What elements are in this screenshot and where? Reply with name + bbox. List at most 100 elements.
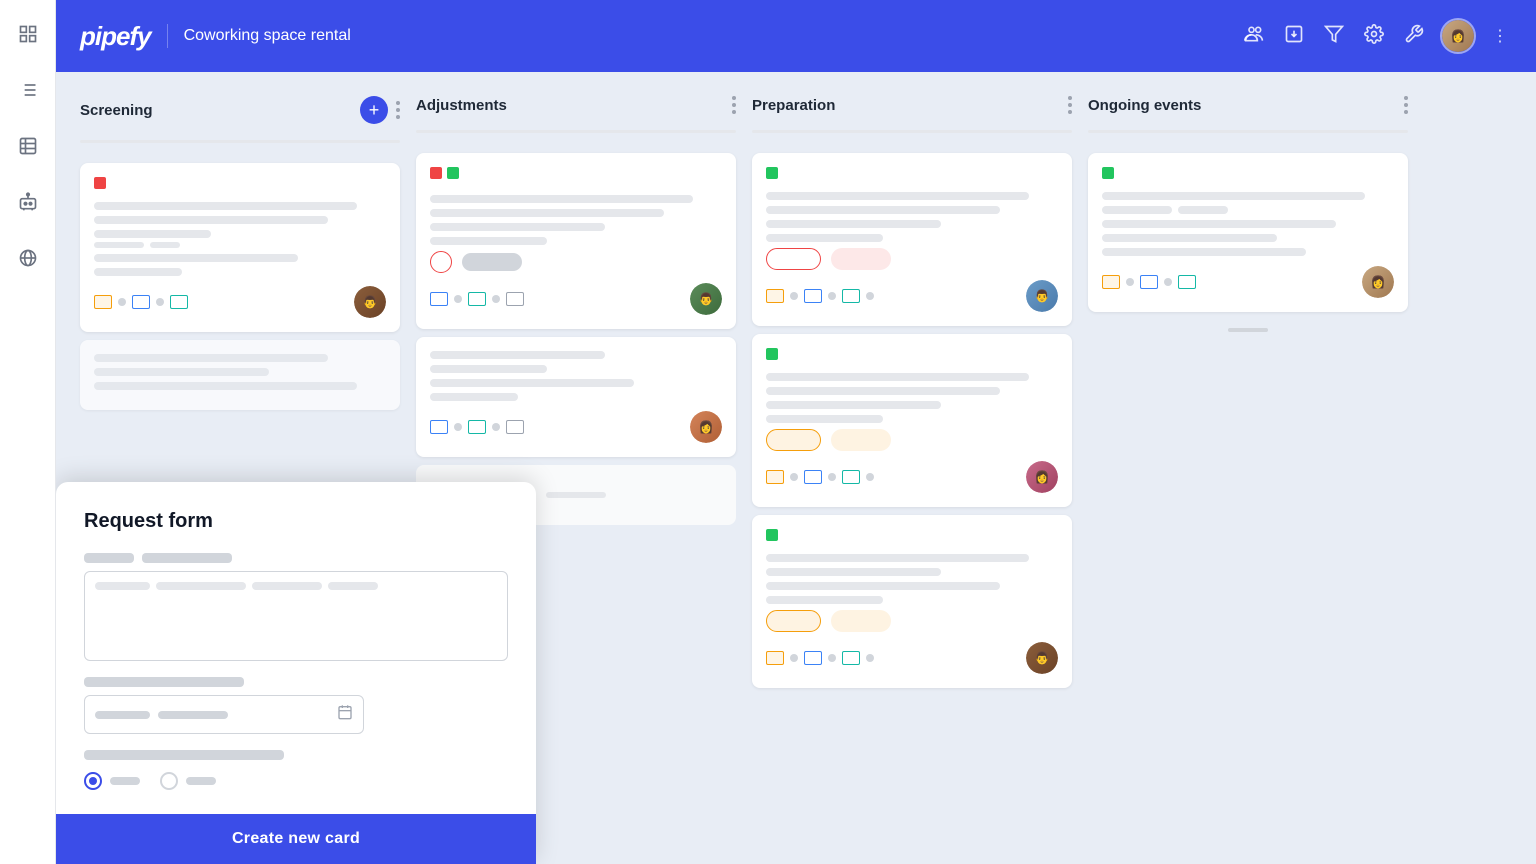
card-icon-orange (766, 470, 784, 484)
column-title-screening: Screening (80, 102, 352, 119)
card-icon-blue (132, 295, 150, 309)
column-more-preparation[interactable] (1068, 96, 1072, 114)
column-preparation: Preparation (752, 96, 1072, 840)
column-title-preparation: Preparation (752, 97, 1060, 114)
import-icon[interactable] (1280, 20, 1308, 53)
card-icon-dot (454, 295, 462, 303)
card-adjustments-1[interactable]: 👨 (416, 153, 736, 329)
card-preparation-1[interactable]: 👨 (752, 153, 1072, 326)
create-card-button[interactable]: Create new card (56, 814, 536, 864)
card-icons (430, 292, 524, 306)
card-icon-blue (804, 470, 822, 484)
card-line (1102, 206, 1172, 214)
card-preparation-3[interactable]: 👨 (752, 515, 1072, 688)
request-form-panel: Request form (56, 482, 536, 864)
radio-label-2 (186, 777, 216, 785)
radio-option-1[interactable] (84, 772, 140, 790)
card-icon-teal (468, 292, 486, 306)
settings-icon[interactable] (1360, 20, 1388, 53)
scroll-bar (1228, 328, 1268, 332)
board-area: Screening + (56, 72, 1536, 864)
header-more-icon[interactable]: ⋮ (1488, 22, 1512, 50)
card-line (766, 582, 1000, 590)
label-skel3 (84, 677, 244, 687)
form-date-input[interactable] (84, 695, 364, 734)
add-card-screening-button[interactable]: + (360, 96, 388, 124)
sidebar-item-globe[interactable] (10, 240, 46, 276)
radio-option-2[interactable] (160, 772, 216, 790)
status-tag-orange2 (831, 429, 891, 451)
sidebar-item-table[interactable] (10, 128, 46, 164)
card-icons (766, 651, 874, 665)
sidebar-item-bot[interactable] (10, 184, 46, 220)
column-more-screening[interactable] (396, 101, 400, 119)
card-tag-red (94, 177, 106, 189)
card-preparation-2[interactable]: 👩 (752, 334, 1072, 507)
date-skels (95, 711, 329, 719)
card-avatar: 👨 (690, 283, 722, 315)
wrench-icon[interactable] (1400, 20, 1428, 53)
pipefy-logo: pipefy (80, 21, 151, 52)
card-icon-blue (1140, 275, 1158, 289)
card-icon-dot2 (828, 473, 836, 481)
sidebar-item-grid[interactable] (10, 16, 46, 52)
card-icon-blue (804, 289, 822, 303)
card-icon-blue (804, 651, 822, 665)
column-ongoing: Ongoing events (1088, 96, 1408, 840)
card-line (430, 223, 605, 231)
card-line (766, 596, 883, 604)
card-line (766, 401, 941, 409)
header-user-avatar[interactable]: 👩 (1440, 18, 1476, 54)
status-tag-orange (766, 429, 821, 451)
label-skel2 (142, 553, 232, 563)
card-icon-orange (94, 295, 112, 309)
column-header-screening: Screening + (80, 96, 400, 124)
card-icon-orange (1102, 275, 1120, 289)
card-icon-teal (842, 651, 860, 665)
card-line (94, 254, 298, 262)
card-footer: 👩 (1102, 266, 1394, 298)
card-avatar: 👩 (690, 411, 722, 443)
card-adjustments-2[interactable]: 👩 (416, 337, 736, 457)
radio-label-1 (110, 777, 140, 785)
card-line (94, 230, 211, 238)
card-line (1102, 248, 1306, 256)
card-line (94, 268, 182, 276)
card-footer: 👨 (766, 642, 1058, 674)
card-line (430, 379, 634, 387)
card-line (766, 192, 1029, 200)
card-icons (766, 289, 874, 303)
card-icon-dot (454, 423, 462, 431)
card-line (766, 234, 883, 242)
sidebar-item-list[interactable] (10, 72, 46, 108)
form-field2-label (84, 677, 508, 687)
card-ongoing-1[interactable]: 👩 (1088, 153, 1408, 312)
card-screening-2[interactable] (80, 340, 400, 410)
column-more-adjustments[interactable] (732, 96, 736, 114)
card-icon-dot (790, 292, 798, 300)
card-avatar: 👩 (1362, 266, 1394, 298)
card-avatar-1: 👨 (354, 286, 386, 318)
card-icons (94, 295, 188, 309)
card-screening-1[interactable]: 👨 (80, 163, 400, 332)
card-icon-dot (118, 298, 126, 306)
radio-filled[interactable] (84, 772, 102, 790)
card-tag-green (766, 167, 778, 179)
radio-empty[interactable] (160, 772, 178, 790)
label-skel4 (84, 750, 284, 760)
people-icon[interactable] (1240, 20, 1268, 53)
card-icon-dot3 (866, 654, 874, 662)
card-line (1102, 234, 1277, 242)
card-icon-dot2 (828, 292, 836, 300)
card-icons (430, 420, 524, 434)
status-tag-outline-red (766, 248, 821, 270)
column-header-preparation: Preparation (752, 96, 1072, 114)
card-line (766, 373, 1029, 381)
card-line (430, 365, 547, 373)
card-icon-dot2 (492, 423, 500, 431)
column-header-adjustments: Adjustments (416, 96, 736, 114)
column-more-ongoing[interactable] (1404, 96, 1408, 114)
filter-icon[interactable] (1320, 20, 1348, 53)
card-line (766, 415, 883, 423)
card-line (94, 242, 144, 248)
